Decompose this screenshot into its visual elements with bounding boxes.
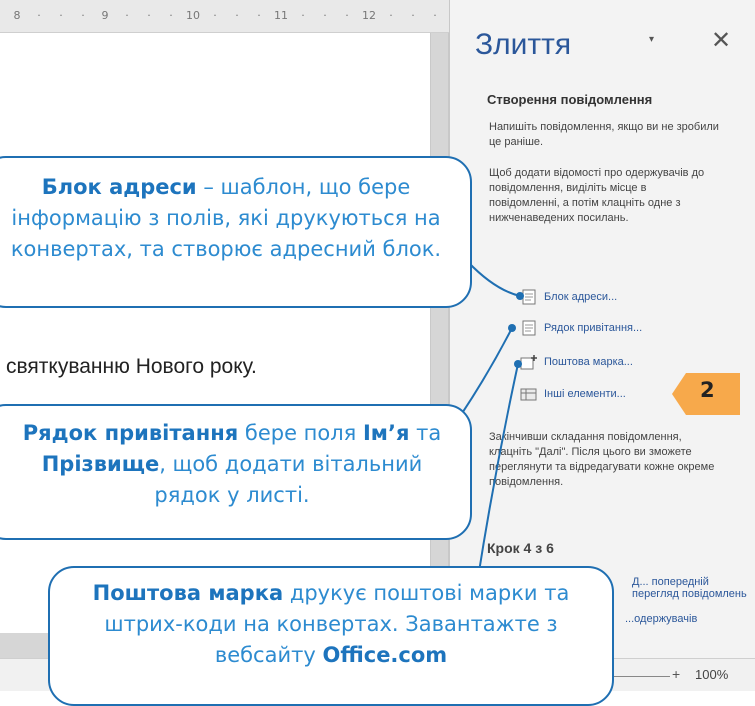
callout-greeting-text-1: бере поля <box>238 421 363 445</box>
callout-greeting-first-name: Ім’я <box>362 421 410 445</box>
callout-postage-site: Office.com <box>322 643 448 667</box>
callout-greeting-title: Рядок привітання <box>22 421 239 445</box>
connector-postage <box>477 363 519 579</box>
greeting-line-callout: Рядок привітання бере поля Ім’я та Прізв… <box>0 404 472 540</box>
address-block-callout: Блок адреси – шаблон, що бере інформацію… <box>0 156 472 308</box>
callout-postage-title: Поштова марка <box>92 581 284 605</box>
step-badge-number: 2 <box>700 378 715 402</box>
connector-dot-postage <box>514 360 522 368</box>
screenshot-frame: 8···9···10···11···12···13···14·· святкув… <box>0 0 755 706</box>
connector-address <box>467 261 521 297</box>
connector-dot-address <box>516 292 524 300</box>
connector-dot-greeting <box>508 324 516 332</box>
callout-address-title: Блок адреси <box>41 175 197 199</box>
callout-greeting-text-3: , щоб додати вітальний рядок у листі. <box>154 452 423 507</box>
callout-greeting-text-2: та <box>409 421 442 445</box>
callout-greeting-last-name: Прізвище <box>41 452 160 476</box>
postage-callout: Поштова марка друкує поштові марки та шт… <box>48 566 614 706</box>
